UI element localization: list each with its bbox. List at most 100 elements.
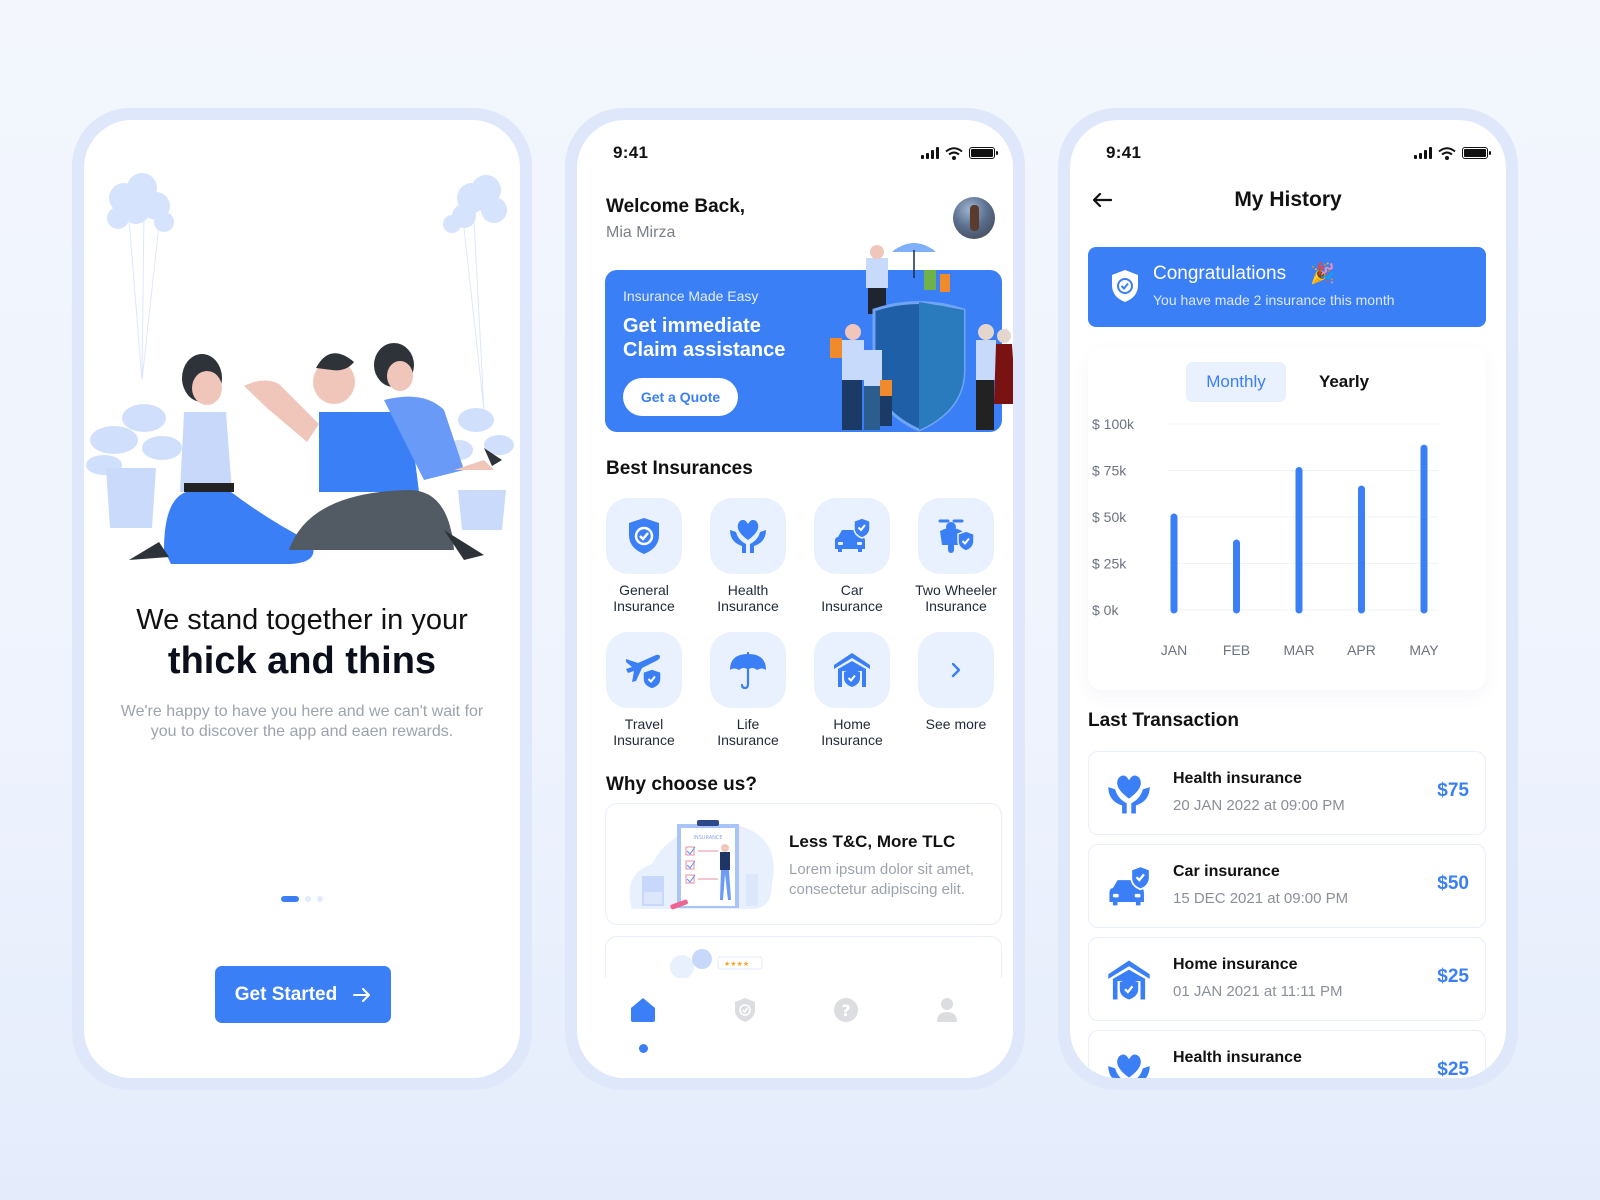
insurance-two-wheeler[interactable]: Two Wheeler Insurance [915, 498, 997, 614]
history-screen: 9:41 My History Congratulations 🎉 You ha… [1070, 120, 1506, 1078]
onboarding-title-emphasis: thick and thins [167, 640, 437, 682]
bottom-tab-bar: ? [577, 978, 1013, 1078]
home-phone: 9:41 Welcome Back, Mia Mirza Insurance M… [565, 108, 1025, 1090]
avatar[interactable] [953, 197, 995, 239]
scooter-shield-icon [938, 519, 975, 553]
transaction-row[interactable]: Car insurance 15 DEC 2021 at 09:00 PM $5… [1088, 844, 1486, 928]
transaction-row[interactable]: Health insurance 20 JAN 2022 at 09:00 PM… [1088, 751, 1486, 835]
tab-policies[interactable] [731, 996, 759, 1024]
insurance-home[interactable]: Home Insurance [814, 632, 890, 748]
transaction-name: Car insurance [1173, 863, 1280, 880]
y-tick-label: $ 100k [1092, 416, 1135, 432]
onboarding-phone: We stand together in your thick and thin… [72, 108, 532, 1090]
umbrella-icon [730, 652, 766, 690]
onboarding-screen: We stand together in your thick and thin… [84, 120, 520, 1078]
signal-icon [921, 147, 939, 159]
welcome-text: Welcome Back, [606, 196, 746, 217]
home-shield-icon [834, 653, 870, 687]
best-insurances-title: Best Insurances [606, 458, 753, 479]
page-dot-active[interactable] [281, 896, 299, 902]
congrats-banner: Congratulations 🎉 You have made 2 insura… [1088, 247, 1486, 327]
wifi-icon [945, 146, 963, 160]
svg-text:INSURANCE: INSURANCE [693, 835, 722, 841]
shield-check-icon [629, 518, 659, 554]
congrats-subtitle: You have made 2 insurance this month [1153, 292, 1395, 308]
x-tick-label: MAY [1409, 642, 1439, 658]
tab-profile[interactable] [933, 996, 961, 1024]
tab-help[interactable]: ? [832, 996, 860, 1024]
transaction-amount: $25 [1437, 966, 1469, 987]
svg-text:?: ? [841, 1001, 850, 1020]
banner-kicker: Insurance Made Easy [623, 288, 759, 304]
toggle-yearly[interactable]: Yearly [1294, 362, 1394, 402]
y-tick-label: $ 0k [1092, 602, 1119, 618]
insurance-label: Travel Insurance [613, 716, 675, 748]
transaction-amount: $50 [1437, 873, 1469, 894]
insurance-label: Health Insurance [717, 582, 779, 614]
insurance-general[interactable]: General Insurance [606, 498, 682, 614]
insurance-car[interactable]: Car Insurance [814, 498, 890, 614]
status-time: 9:41 [1106, 143, 1142, 162]
get-quote-button[interactable]: Get a Quote [623, 378, 738, 416]
page-dot[interactable] [317, 896, 323, 902]
promo-banner: Insurance Made Easy Get immediate Claim … [605, 243, 1013, 432]
insurance-label: Home Insurance [821, 716, 883, 748]
insurance-label: Life Insurance [717, 716, 779, 748]
user-name: Mia Mirza [606, 224, 676, 241]
car-shield-icon [1109, 865, 1151, 906]
home-icon [631, 998, 655, 1022]
chevron-right-icon [951, 662, 961, 678]
status-time: 9:41 [613, 143, 649, 162]
plane-shield-icon [626, 654, 662, 689]
see-more-button[interactable]: See more [918, 632, 994, 748]
page-indicator [84, 896, 520, 902]
shield-check-icon [1112, 270, 1138, 302]
insurance-travel[interactable]: Travel Insurance [606, 632, 682, 748]
rating-illustration: ★★★★ [670, 949, 763, 979]
transaction-date: 20 JAN 2022 at 09:00 PM [1173, 797, 1345, 814]
status-bar: 9:41 [613, 142, 998, 164]
insurance-health[interactable]: Health Insurance [710, 498, 786, 614]
why-choose-title: Why choose us? [606, 774, 757, 795]
status-bar: 9:41 [1106, 142, 1491, 164]
monthly-bar-chart: $ 0k $ 25k $ 50k $ 75k $ 100k JAN FEB MAR APR MAY [1092, 416, 1439, 658]
transaction-name: Home insurance [1173, 956, 1298, 973]
get-started-button[interactable]: Get Started [215, 966, 391, 1023]
active-tab-indicator [639, 1044, 648, 1053]
family-shield-illustration [830, 243, 1013, 432]
transaction-row[interactable]: Health insurance $25 [1088, 1030, 1486, 1078]
toggle-monthly[interactable]: Monthly [1186, 362, 1286, 402]
tab-home[interactable] [629, 996, 657, 1024]
onboarding-subtitle: We're happy to have you here and we can'… [120, 703, 484, 740]
get-started-label: Get Started [234, 983, 338, 1005]
battery-icon [1462, 147, 1491, 159]
shield-icon [735, 998, 755, 1022]
user-icon [937, 998, 957, 1022]
period-toggle: Monthly Yearly [1186, 362, 1394, 402]
heart-hands-icon [1108, 775, 1150, 814]
signal-icon [1414, 147, 1432, 159]
insurance-label: See more [925, 716, 987, 732]
insurance-life[interactable]: Life Insurance [710, 632, 786, 748]
transaction-name: Health insurance [1173, 1049, 1302, 1066]
y-tick-label: $ 50k [1092, 509, 1127, 525]
help-icon: ? [834, 998, 858, 1022]
page-dot[interactable] [305, 896, 311, 902]
party-popper-icon: 🎉 [1310, 263, 1335, 285]
home-screen: 9:41 Welcome Back, Mia Mirza Insurance M… [577, 120, 1013, 1078]
why-card-description: Lorem ipsum dolor sit amet, consectetur … [789, 861, 975, 898]
y-tick-label: $ 75k [1092, 463, 1127, 479]
why-card[interactable]: INSURANCE Less T&C, More TLC Lorem ipsum… [605, 803, 1002, 925]
congrats-title: Congratulations [1153, 263, 1287, 284]
insurance-grid: General Insurance Health Insurance Car I… [606, 498, 1006, 748]
transaction-name: Health insurance [1173, 770, 1302, 787]
svg-text:★★★★: ★★★★ [724, 960, 749, 968]
last-transaction-title: Last Transaction [1088, 710, 1239, 731]
arrow-right-icon [353, 987, 371, 1002]
page-title: My History [1234, 188, 1342, 211]
heart-hands-icon [1108, 1054, 1150, 1078]
transaction-row[interactable]: Home insurance 01 JAN 2021 at 11:11 PM $… [1088, 937, 1486, 1021]
insurance-label: Two Wheeler Insurance [915, 582, 997, 614]
why-card-title: Less T&C, More TLC [789, 832, 956, 851]
transaction-date: 15 DEC 2021 at 09:00 PM [1173, 890, 1349, 907]
